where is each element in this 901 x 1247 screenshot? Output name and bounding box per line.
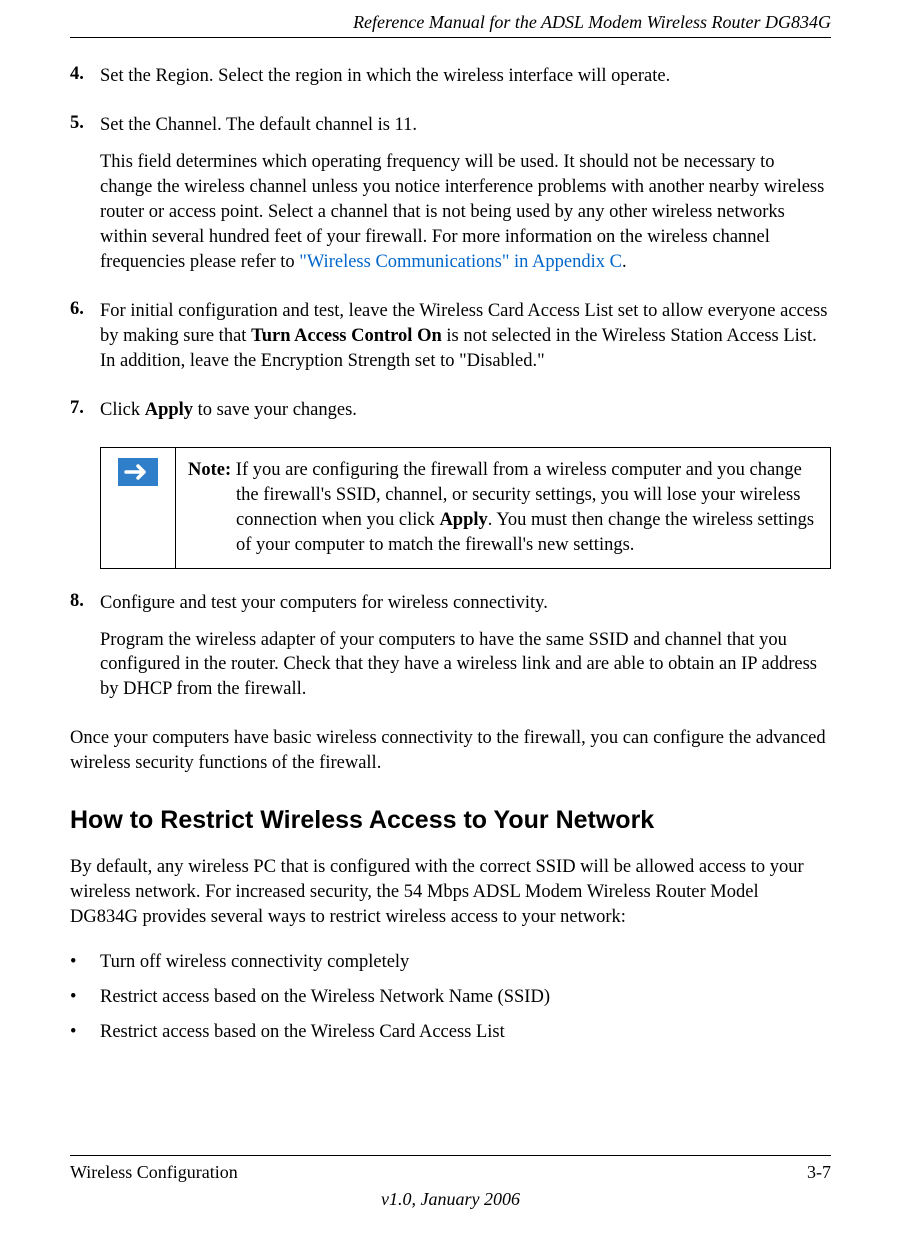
note-content-cell: Note: If you are configuring the firewal…: [176, 447, 831, 568]
bold-text: Apply: [145, 400, 193, 420]
bold-text: Turn Access Control On: [251, 326, 442, 346]
step-6: 6. For initial configuration and test, l…: [70, 299, 831, 386]
step-text: Click Apply to save your changes.: [100, 398, 831, 435]
footer-page-number: 3-7: [807, 1162, 831, 1183]
step-text: Configure and test your computers for wi…: [100, 591, 831, 715]
footer-divider: [70, 1155, 831, 1156]
note-label: Note:: [188, 460, 231, 480]
section-heading: How to Restrict Wireless Access to Your …: [70, 806, 831, 835]
step-8-para-2: Program the wireless adapter of your com…: [100, 628, 831, 703]
bullet-text: Restrict access based on the Wireless Ca…: [100, 1020, 505, 1045]
closing-paragraph: Once your computers have basic wireless …: [70, 726, 831, 776]
list-item: • Restrict access based on the Wireless …: [70, 1020, 831, 1045]
step-text: Set the Channel. The default channel is …: [100, 113, 831, 287]
section-intro: By default, any wireless PC that is conf…: [70, 855, 831, 930]
step-4: 4. Set the Region. Select the region in …: [70, 64, 831, 101]
step-number: 8.: [70, 591, 100, 715]
bullet-text: Turn off wireless connectivity completel…: [100, 950, 409, 975]
bullet-marker: •: [70, 985, 100, 1010]
text-fragment: Click: [100, 400, 145, 420]
bullet-list: • Turn off wireless connectivity complet…: [70, 950, 831, 1045]
step-6-text: For initial configuration and test, leav…: [100, 299, 831, 374]
note-box: Note: If you are configuring the firewal…: [100, 447, 831, 569]
bullet-text: Restrict access based on the Wireless Ne…: [100, 985, 550, 1010]
appendix-c-link[interactable]: "Wireless Communications" in Appendix C: [299, 252, 622, 272]
step-8-para-1: Configure and test your computers for wi…: [100, 591, 831, 616]
step-7: 7. Click Apply to save your changes.: [70, 398, 831, 435]
list-item: • Restrict access based on the Wireless …: [70, 985, 831, 1010]
note-text: Note: If you are configuring the firewal…: [188, 458, 818, 558]
arrow-right-icon: [118, 458, 158, 491]
text-fragment: to save your changes.: [193, 400, 357, 420]
header-divider: [70, 37, 831, 38]
note-icon-cell: [101, 447, 176, 568]
footer-chapter: Wireless Configuration: [70, 1162, 238, 1183]
page-footer: Wireless Configuration 3-7 v1.0, January…: [70, 1155, 831, 1210]
text-fragment: .: [622, 252, 627, 272]
step-text: For initial configuration and test, leav…: [100, 299, 831, 386]
footer-version: v1.0, January 2006: [70, 1189, 831, 1210]
step-number: 5.: [70, 113, 100, 287]
step-5: 5. Set the Channel. The default channel …: [70, 113, 831, 287]
bullet-marker: •: [70, 950, 100, 975]
step-number: 4.: [70, 64, 100, 101]
step-text: Set the Region. Select the region in whi…: [100, 64, 831, 101]
bullet-marker: •: [70, 1020, 100, 1045]
running-header: Reference Manual for the ADSL Modem Wire…: [70, 0, 831, 37]
bold-text: Apply: [439, 510, 487, 530]
list-item: • Turn off wireless connectivity complet…: [70, 950, 831, 975]
step-8: 8. Configure and test your computers for…: [70, 591, 831, 715]
step-5-para-2: This field determines which operating fr…: [100, 150, 831, 275]
step-7-text: Click Apply to save your changes.: [100, 398, 831, 423]
step-number: 6.: [70, 299, 100, 386]
step-number: 7.: [70, 398, 100, 435]
step-5-para-1: Set the Channel. The default channel is …: [100, 113, 831, 138]
step-4-text: Set the Region. Select the region in whi…: [100, 64, 831, 89]
footer-row: Wireless Configuration 3-7: [70, 1162, 831, 1183]
